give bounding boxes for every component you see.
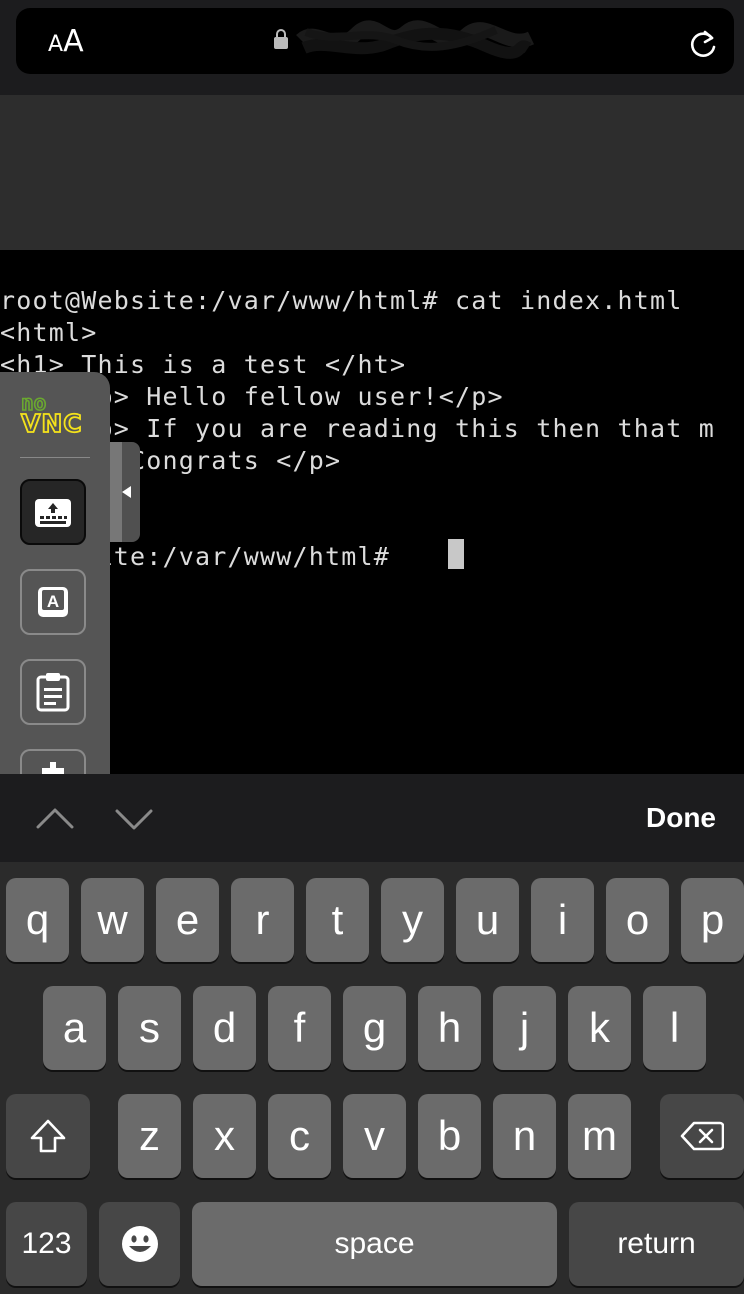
key-z[interactable]: z bbox=[118, 1094, 181, 1178]
key-t[interactable]: t bbox=[306, 878, 369, 962]
keyboard-button[interactable] bbox=[20, 479, 86, 545]
key-c[interactable]: c bbox=[268, 1094, 331, 1178]
extra-keys-button[interactable]: A bbox=[20, 569, 86, 635]
key-r[interactable]: r bbox=[231, 878, 294, 962]
key-v[interactable]: v bbox=[343, 1094, 406, 1178]
key-k[interactable]: k bbox=[568, 986, 631, 1070]
done-button[interactable]: Done bbox=[646, 802, 716, 834]
key-b[interactable]: b bbox=[418, 1094, 481, 1178]
key-q[interactable]: q bbox=[6, 878, 69, 962]
numbers-key[interactable]: 123 bbox=[6, 1202, 87, 1286]
key-p[interactable]: p bbox=[681, 878, 744, 962]
text-size-button[interactable]: AA bbox=[48, 24, 84, 59]
collapse-arrow-icon bbox=[122, 486, 131, 498]
text-size-small-label: A bbox=[48, 32, 64, 57]
settings-button[interactable] bbox=[20, 749, 86, 774]
reload-icon[interactable] bbox=[688, 28, 718, 60]
clipboard-icon bbox=[36, 673, 70, 712]
text-size-large-label: A bbox=[63, 24, 84, 59]
key-i[interactable]: i bbox=[531, 878, 594, 962]
backspace-key[interactable] bbox=[660, 1094, 744, 1178]
onscreen-keyboard: q w e r t y u i o p a s d f g h j k l z … bbox=[0, 862, 744, 1294]
keyboard-icon bbox=[35, 499, 71, 527]
key-x[interactable]: x bbox=[193, 1094, 256, 1178]
shift-icon bbox=[30, 1119, 66, 1153]
key-u[interactable]: u bbox=[456, 878, 519, 962]
settings-icon bbox=[42, 762, 64, 774]
key-f[interactable]: f bbox=[268, 986, 331, 1070]
terminal-cursor bbox=[448, 539, 464, 569]
key-d[interactable]: d bbox=[193, 986, 256, 1070]
page-header-area bbox=[0, 95, 744, 250]
chevron-down-icon[interactable] bbox=[115, 808, 153, 832]
emoji-icon bbox=[121, 1226, 158, 1262]
return-key[interactable]: return bbox=[569, 1202, 744, 1286]
shift-key[interactable] bbox=[6, 1094, 90, 1178]
terminal-line: root@Website:/var/www/html# cat index.ht… bbox=[0, 286, 683, 315]
divider bbox=[20, 457, 90, 458]
browser-toolbar: AA bbox=[0, 0, 744, 95]
clipboard-button[interactable] bbox=[20, 659, 86, 725]
key-o[interactable]: o bbox=[606, 878, 669, 962]
key-h[interactable]: h bbox=[418, 986, 481, 1070]
address-bar[interactable]: AA bbox=[16, 8, 734, 74]
key-m[interactable]: m bbox=[568, 1094, 631, 1178]
backspace-icon bbox=[680, 1121, 724, 1151]
terminal-line: <html> bbox=[0, 318, 98, 347]
key-g[interactable]: g bbox=[343, 986, 406, 1070]
chevron-up-icon[interactable] bbox=[36, 806, 74, 830]
emoji-key[interactable] bbox=[99, 1202, 180, 1286]
key-y[interactable]: y bbox=[381, 878, 444, 962]
key-s[interactable]: s bbox=[118, 986, 181, 1070]
novnc-logo-bottom: VNC bbox=[21, 409, 83, 438]
key-a[interactable]: a bbox=[43, 986, 106, 1070]
key-n[interactable]: n bbox=[493, 1094, 556, 1178]
space-key[interactable]: space bbox=[192, 1202, 557, 1286]
key-e[interactable]: e bbox=[156, 878, 219, 962]
lock-icon bbox=[274, 29, 288, 49]
extra-keys-icon: A bbox=[38, 587, 68, 617]
key-l[interactable]: l bbox=[643, 986, 706, 1070]
key-w[interactable]: w bbox=[81, 878, 144, 962]
key-j[interactable]: j bbox=[493, 986, 556, 1070]
novnc-logo: no VNC bbox=[20, 390, 83, 438]
redacted-url bbox=[296, 20, 535, 59]
control-bar-handle-edge bbox=[110, 442, 122, 542]
svg-text:A: A bbox=[47, 592, 59, 611]
keyboard-accessory-bar: Done bbox=[0, 774, 744, 862]
